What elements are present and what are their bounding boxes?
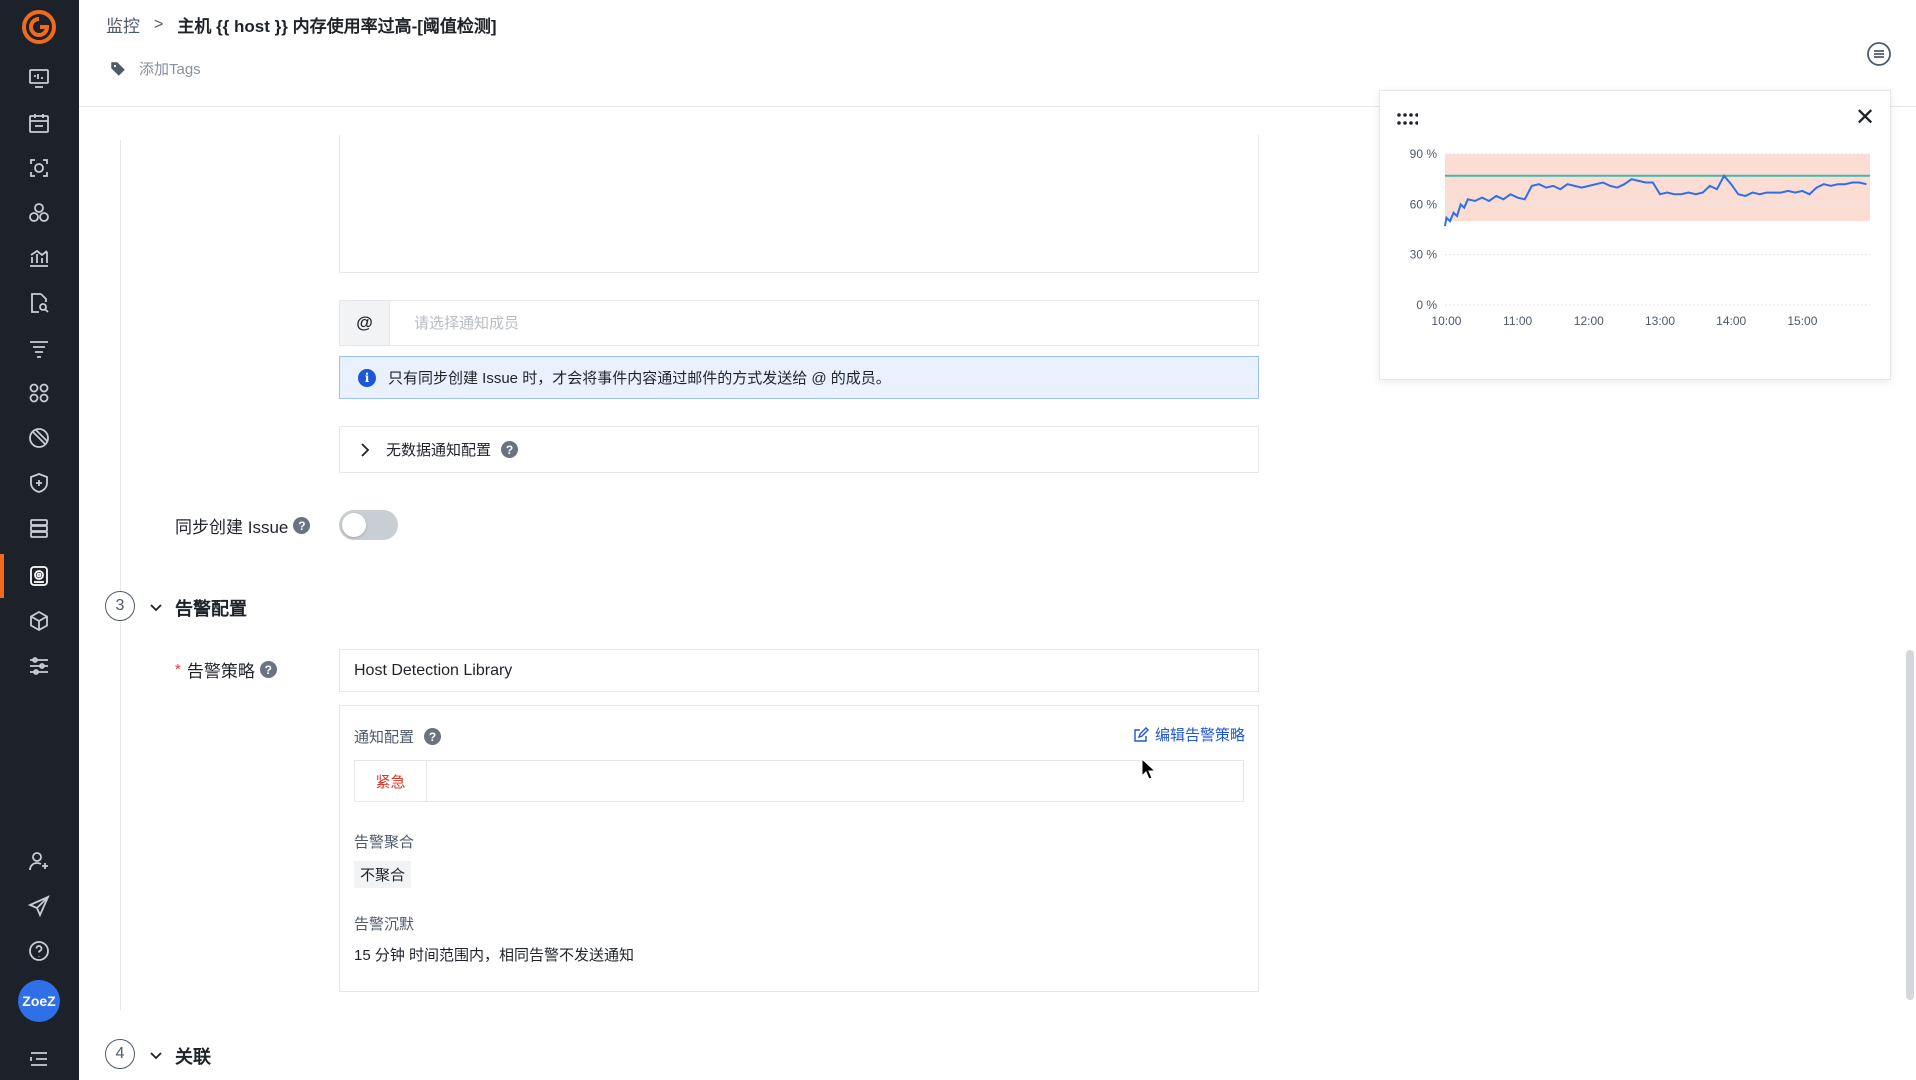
user-add-icon[interactable] (20, 842, 58, 880)
alert-strategy-label: * 告警策略 ? (175, 657, 277, 682)
at-prefix: @ (340, 301, 390, 345)
mouse-cursor-icon (1141, 758, 1157, 780)
menu-collapse-icon[interactable] (20, 1040, 58, 1078)
member-select-input[interactable] (390, 301, 1258, 345)
notify-config-text: 通知配置 (354, 729, 415, 746)
help-circle-icon[interactable]: ? (259, 661, 277, 678)
disabled-icon[interactable] (20, 419, 58, 457)
sync-issue-label: 同步创建 Issue ? (175, 513, 311, 538)
sync-issue-text: 同步创建 Issue (175, 518, 289, 537)
help-circle-icon[interactable]: ? (293, 517, 311, 534)
info-icon: i (358, 368, 376, 387)
chevron-down-icon[interactable] (148, 1047, 164, 1063)
help-circle-icon[interactable]: ? (501, 441, 519, 458)
settings-sliders-icon[interactable] (20, 647, 58, 685)
memory-usage-chart: 90 % 60 % 30 % 0 % 10:00 11:00 12:00 13:00 14:00… (1410, 147, 1870, 328)
breadcrumb-root[interactable]: 监控 (106, 12, 140, 37)
breadcrumb-separator: > (154, 15, 164, 33)
list-menu-icon[interactable] (1866, 41, 1892, 67)
notify-config-panel: 通知配置 ? 编辑告警策略 紧急 告警聚合 不聚合 告警沉默 15 分钟 时间范… (339, 705, 1259, 992)
monitor-icon[interactable] (20, 557, 58, 595)
chevron-right-icon (361, 442, 370, 457)
y-tick-label: 60 % (1410, 197, 1438, 211)
add-tags-label: 添加Tags (139, 61, 201, 78)
alert-strategy-select[interactable]: Host Detection Library (339, 649, 1259, 692)
calendar-icon[interactable] (20, 104, 58, 142)
step-number-3: 3 (105, 591, 135, 621)
info-alert: i 只有同步创建 Issue 时，才会将事件内容通过邮件的方式发送给 @ 的成员… (339, 356, 1259, 399)
close-icon[interactable]: ✕ (1854, 106, 1876, 130)
x-tick-label: 13:00 (1645, 314, 1675, 328)
active-nav-indicator (0, 554, 4, 598)
alert-strategy-text: 告警策略 (186, 662, 255, 681)
section-title-relation: 关联 (175, 1047, 211, 1067)
app-logo-icon[interactable] (21, 9, 57, 45)
notify-config-label: 通知配置 ? (354, 726, 442, 747)
cluster-icon[interactable] (20, 194, 58, 232)
tag-icon (111, 61, 125, 76)
nodata-notify-collapse[interactable]: 无数据通知配置 ? (339, 426, 1259, 473)
aggregation-value: 不聚合 (354, 861, 412, 888)
search-doc-icon[interactable] (20, 284, 58, 322)
x-tick-label: 15:00 (1787, 314, 1817, 328)
step-number-4: 4 (105, 1039, 135, 1069)
apps-icon[interactable] (20, 374, 58, 412)
aggregation-label: 告警聚合 (354, 834, 415, 851)
chevron-down-icon[interactable] (148, 599, 164, 615)
y-tick-label: 0 % (1416, 298, 1437, 312)
cube-icon[interactable] (20, 602, 58, 640)
level-urgent: 紧急 (355, 761, 427, 801)
chart-icon[interactable] (20, 239, 58, 277)
silence-label: 告警沉默 (354, 916, 415, 933)
avatar[interactable]: ZoeZ (18, 980, 60, 1022)
floating-chart-card: ✕ 90 % 60 % 30 % 0 % 10:00 11:00 12:00 13:00 14:… (1379, 90, 1891, 380)
edit-alert-strategy-link[interactable]: 编辑告警策略 (1133, 724, 1245, 745)
sidebar: ZoeZ (0, 0, 79, 1080)
nodata-notify-label: 无数据通知配置 (386, 442, 492, 459)
timeline-line (120, 140, 121, 1010)
toggle-knob (342, 513, 366, 537)
scrollbar[interactable] (1906, 650, 1914, 1000)
drag-handle-icon[interactable] (1396, 111, 1418, 127)
x-tick-label: 10:00 (1431, 314, 1461, 328)
y-tick-label: 90 % (1410, 147, 1438, 161)
notify-level-row: 紧急 (354, 760, 1244, 802)
edit-icon (1134, 726, 1149, 742)
silence-value: 15 分钟 时间范围内，相同告警不发送通知 (354, 947, 635, 964)
add-tags-button[interactable]: 添加Tags (109, 58, 201, 79)
breadcrumb: 监控 > 主机 {{ host }} 内存使用率过高-[阈值检测] (106, 12, 497, 37)
help-icon[interactable] (20, 932, 58, 970)
help-circle-icon[interactable]: ? (424, 728, 442, 745)
x-tick-label: 11:00 (1503, 314, 1532, 328)
member-select[interactable]: @ (339, 300, 1259, 346)
sync-issue-toggle[interactable] (339, 510, 398, 540)
stack-icon[interactable] (20, 509, 58, 547)
section-title-alert-config: 告警配置 (175, 599, 247, 619)
scan-icon[interactable] (20, 149, 58, 187)
dashboard-icon[interactable] (20, 59, 58, 97)
x-tick-label: 14:00 (1716, 314, 1746, 328)
required-star: * (175, 661, 181, 678)
edit-alert-strategy-text: 编辑告警策略 (1154, 727, 1245, 744)
page-title: 主机 {{ host }} 内存使用率过高-[阈值检测] (177, 17, 497, 36)
y-tick-label: 30 % (1410, 248, 1438, 262)
threshold-band (1445, 154, 1870, 222)
x-tick-label: 12:00 (1574, 314, 1604, 328)
send-icon[interactable] (20, 887, 58, 925)
shield-icon[interactable] (20, 464, 58, 502)
notify-content-textarea[interactable] (339, 135, 1259, 273)
filter-list-icon[interactable] (20, 329, 58, 367)
info-alert-text: 只有同步创建 Issue 时，才会将事件内容通过邮件的方式发送给 @ 的成员。 (388, 370, 891, 387)
